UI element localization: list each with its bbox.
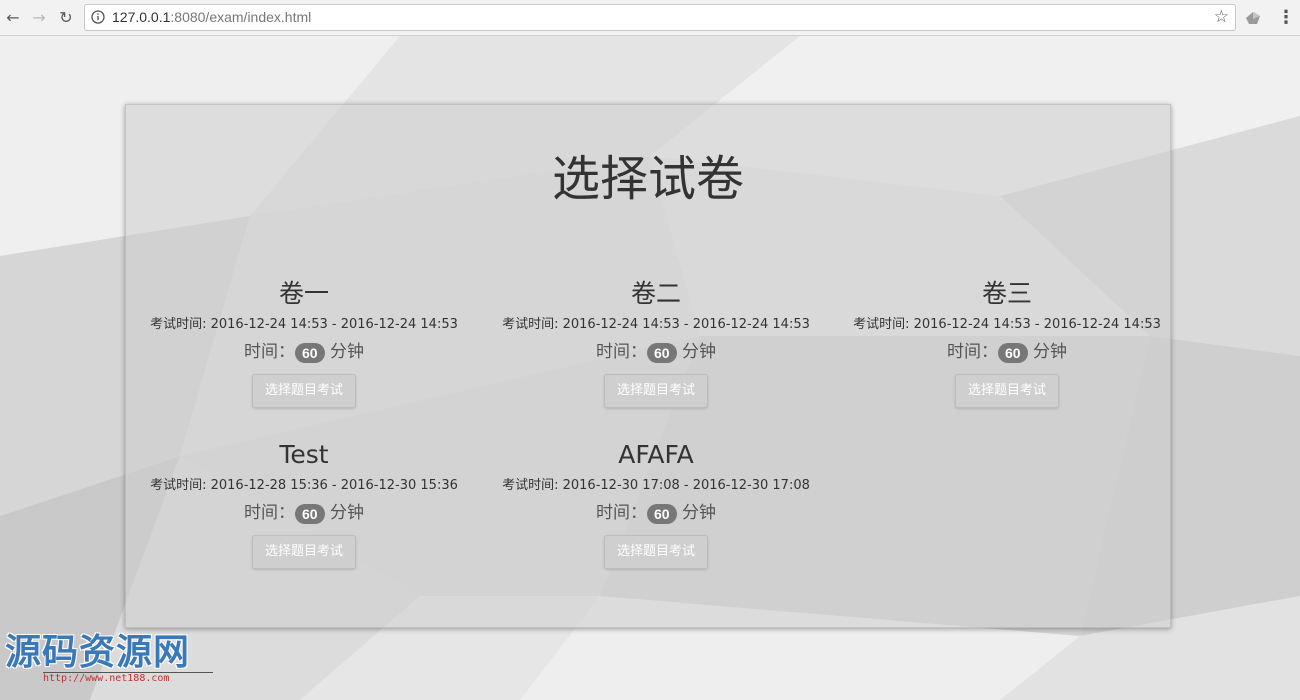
- exam-time-range: 考试时间: 2016-12-28 15:36 - 2016-12-30 15:3…: [150, 478, 458, 493]
- select-exam-button[interactable]: 选择题目考试: [251, 374, 356, 408]
- duration-badge: 60: [647, 342, 677, 363]
- bookmark-star-icon[interactable]: ☆: [1214, 7, 1229, 27]
- exam-selection-panel: 选择试卷 卷一 考试时间: 2016-12-24 14:53 - 2016-12…: [125, 104, 1171, 628]
- exam-time-range: 考试时间: 2016-12-24 14:53 - 2016-12-24 14:5…: [853, 317, 1161, 332]
- duration-label: 时间：: [947, 342, 998, 362]
- exam-duration: 时间： 60 分钟: [486, 340, 826, 364]
- exam-item: AFAFA 考试时间: 2016-12-30 17:08 - 2016-12-3…: [486, 438, 826, 569]
- exam-item: 卷二 考试时间: 2016-12-24 14:53 - 2016-12-24 1…: [486, 277, 826, 408]
- exam-duration: 时间： 60 分钟: [837, 340, 1177, 364]
- exam-time-range: 考试时间: 2016-12-30 17:08 - 2016-12-30 17:0…: [502, 478, 810, 493]
- exam-duration: 时间： 60 分钟: [134, 340, 474, 364]
- watermark-text: 源码资源网: [5, 632, 191, 673]
- info-icon[interactable]: [91, 10, 105, 24]
- duration-badge: 60: [647, 503, 677, 524]
- exam-name: 卷二: [630, 279, 681, 308]
- duration-label: 时间：: [596, 503, 647, 523]
- watermark: 源码资源网 http://www.net188.com: [5, 632, 213, 684]
- duration-label: 时间：: [596, 342, 647, 362]
- page-title: 选择试卷: [551, 151, 744, 207]
- browser-toolbar: ← → ↻ 127.0.0.1:8080/exam/index.html ☆ ⋮: [0, 0, 1300, 36]
- minute-unit: 分钟: [681, 342, 716, 362]
- duration-badge: 60: [998, 342, 1028, 363]
- exam-duration: 时间： 60 分钟: [134, 501, 474, 525]
- exam-name: Test: [279, 440, 329, 469]
- reload-icon[interactable]: ↻: [55, 7, 77, 29]
- duration-badge: 60: [295, 342, 325, 363]
- exam-duration: 时间： 60 分钟: [486, 501, 826, 525]
- minute-unit: 分钟: [329, 342, 364, 362]
- duration-badge: 60: [295, 503, 325, 524]
- exam-name: AFAFA: [618, 440, 694, 469]
- select-exam-button[interactable]: 选择题目考试: [954, 374, 1059, 408]
- page-body: 选择试卷 卷一 考试时间: 2016-12-24 14:53 - 2016-12…: [0, 36, 1300, 700]
- exam-item: Test 考试时间: 2016-12-28 15:36 - 2016-12-30…: [134, 438, 474, 569]
- duration-label: 时间：: [244, 342, 295, 362]
- minute-unit: 分钟: [681, 503, 716, 523]
- back-arrow-icon[interactable]: ←: [2, 7, 24, 29]
- select-exam-button[interactable]: 选择题目考试: [251, 535, 356, 569]
- exam-time-range: 考试时间: 2016-12-24 14:53 - 2016-12-24 14:5…: [502, 317, 810, 332]
- select-exam-button[interactable]: 选择题目考试: [603, 535, 708, 569]
- minute-unit: 分钟: [329, 503, 364, 523]
- exam-item: 卷三 考试时间: 2016-12-24 14:53 - 2016-12-24 1…: [837, 277, 1177, 408]
- extension-icon[interactable]: [1244, 10, 1262, 26]
- url-text[interactable]: 127.0.0.1:8080/exam/index.html: [112, 9, 311, 25]
- duration-label: 时间：: [244, 503, 295, 523]
- forward-arrow-icon[interactable]: →: [28, 7, 50, 29]
- exam-item: 卷一 考试时间: 2016-12-24 14:53 - 2016-12-24 1…: [134, 277, 474, 408]
- address-bar[interactable]: 127.0.0.1:8080/exam/index.html ☆: [84, 4, 1236, 31]
- exam-time-range: 考试时间: 2016-12-24 14:53 - 2016-12-24 14:5…: [150, 317, 458, 332]
- exam-name: 卷一: [278, 279, 329, 308]
- menu-dots-icon[interactable]: ⋮: [1277, 6, 1295, 30]
- minute-unit: 分钟: [1032, 342, 1067, 362]
- url-host: 127.0.0.1: [112, 9, 171, 25]
- url-path: :8080/exam/index.html: [170, 9, 312, 25]
- exam-name: 卷三: [981, 279, 1032, 308]
- select-exam-button[interactable]: 选择题目考试: [603, 374, 708, 408]
